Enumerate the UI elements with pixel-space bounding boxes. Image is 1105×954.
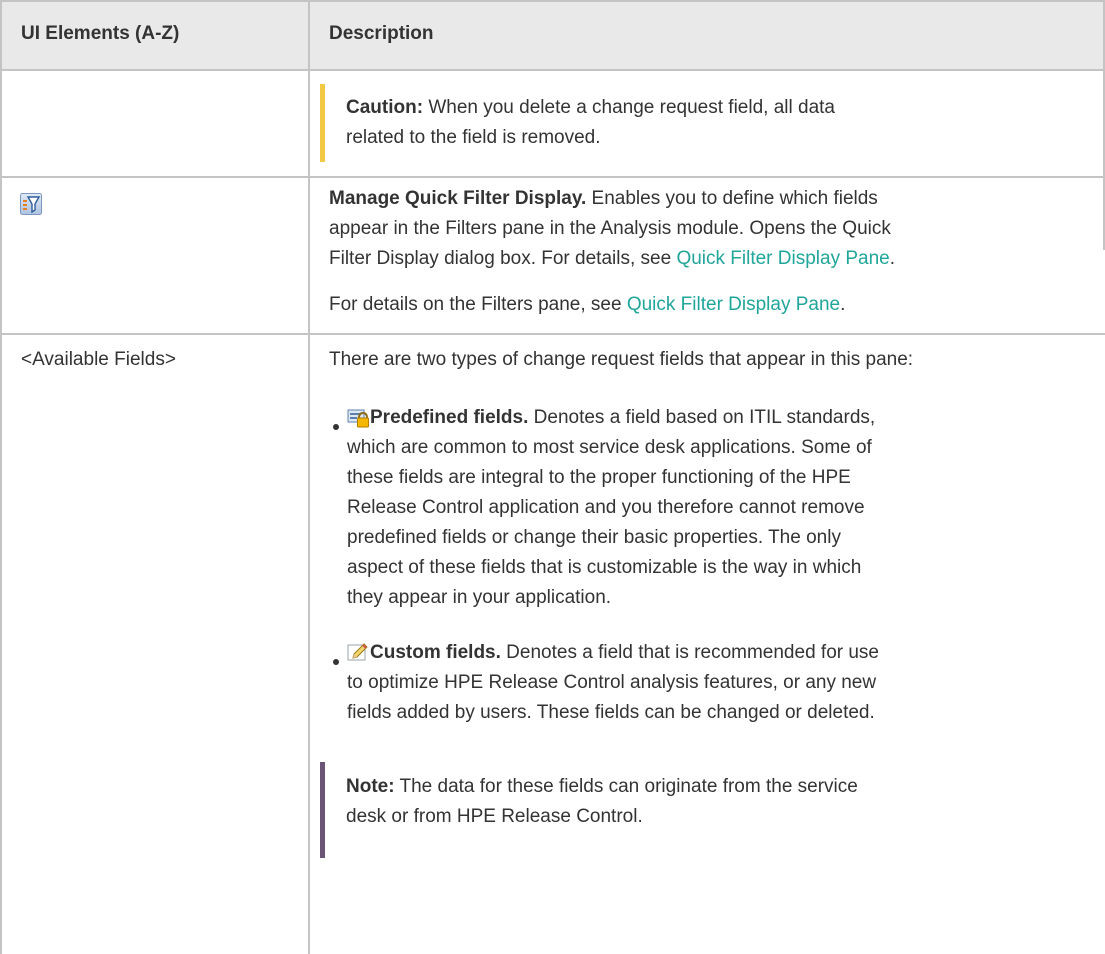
column-header-ui-elements: UI Elements (A-Z) (21, 23, 180, 44)
note-bar (320, 762, 325, 858)
note-callout: Note: The data for these fields can orig… (320, 762, 1082, 858)
manage-quick-filter-icon (20, 193, 42, 225)
bullet (333, 424, 339, 430)
table-header-row: UI Elements (A-Z) Description (0, 0, 1105, 69)
table-border-top (0, 0, 1105, 2)
quick-filter-title: Manage Quick Filter Display. (329, 188, 587, 209)
ui-elements-table: UI Elements (A-Z) Description Caution: W… (0, 0, 1105, 954)
header-divider (0, 69, 1105, 71)
bullet (333, 659, 339, 665)
caution-label: Caution: (346, 97, 424, 118)
note-text: Note: The data for these fields can orig… (346, 776, 858, 827)
column-divider (308, 0, 310, 954)
available-fields-element: <Available Fields> (21, 349, 176, 370)
column-header-description: Description (329, 23, 434, 44)
quick-filter-display-pane-link[interactable]: Quick Filter Display Pane (676, 248, 889, 269)
quick-filter-display-pane-link[interactable]: Quick Filter Display Pane (627, 294, 840, 315)
predefined-fields-title: Predefined fields. (370, 407, 529, 428)
table-border-left (0, 0, 2, 954)
available-fields-intro: There are two types of change request fi… (329, 349, 914, 370)
custom-fields-description-body: to optimize HPE Release Control analysis… (347, 672, 877, 723)
quick-filter-description: Manage Quick Filter Display. Enables you… (329, 188, 896, 315)
row-divider (0, 176, 1105, 178)
custom-fields-title: Custom fields. (370, 642, 501, 663)
predefined-fields-description: Predefined fields. Denotes a field based… (370, 407, 876, 428)
caution-text: Caution: When you delete a change reques… (346, 97, 835, 148)
caution-bar (320, 84, 325, 162)
row-divider (0, 333, 1105, 335)
note-label: Note: (346, 776, 395, 797)
custom-fields-description: Custom fields. Denotes a field that is r… (370, 642, 879, 663)
caution-callout: Caution: When you delete a change reques… (320, 84, 1082, 162)
predefined-fields-description-body: which are common to most service desk ap… (347, 437, 872, 608)
